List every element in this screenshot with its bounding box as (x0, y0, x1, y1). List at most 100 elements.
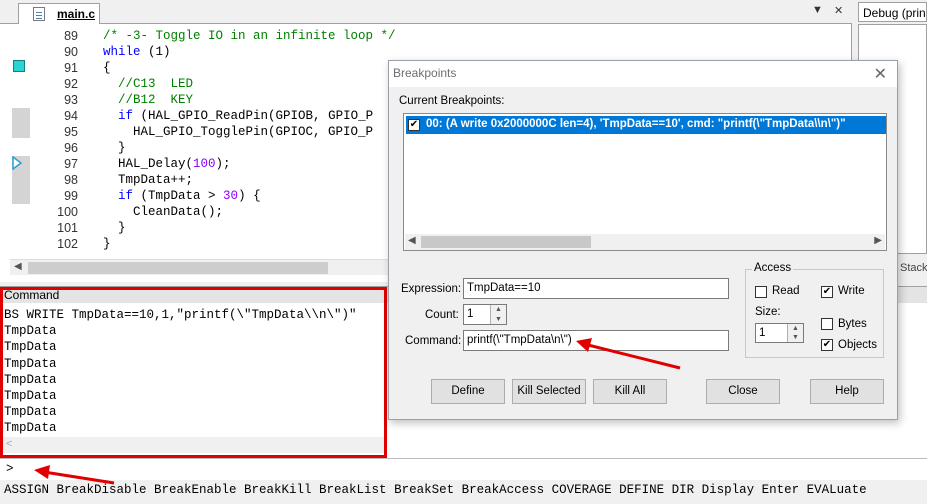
help-button[interactable]: Help (810, 379, 884, 404)
close-icon[interactable]: ✕ (874, 64, 887, 84)
objects-checkbox[interactable]: ✔ (821, 339, 833, 351)
command-hscrollbar[interactable]: < (0, 437, 386, 453)
dialog-title: Breakpoints (393, 66, 457, 80)
access-group-title: Access (752, 262, 794, 274)
code-token: CleanData(); (88, 205, 224, 219)
code-token: 100 (193, 157, 216, 171)
output-line: TmpData (4, 356, 57, 371)
output-line: TmpData (4, 372, 57, 387)
code-line[interactable]: while (1) (88, 44, 848, 60)
output-line: TmpData (4, 324, 57, 339)
bytes-label: Bytes (838, 318, 867, 330)
define-button[interactable]: Define (431, 379, 505, 404)
coverage-mark (12, 108, 30, 122)
count-input[interactable]: 1 ▲ ▼ (463, 304, 507, 325)
command-help-text: ASSIGN BreakDisable BreakEnable BreakKil… (4, 483, 867, 497)
breakpoint-gutter[interactable] (10, 26, 30, 258)
scroll-left-icon[interactable]: ◀ (408, 235, 416, 246)
write-checkbox[interactable]: ✔ (821, 286, 833, 298)
bookmark-icon[interactable] (13, 60, 25, 72)
scroll-thumb[interactable] (421, 236, 591, 248)
count-spinner[interactable]: ▲ ▼ (490, 305, 506, 324)
line-number: 100 (57, 205, 78, 219)
count-value: 1 (467, 308, 474, 320)
scroll-thumb[interactable] (28, 262, 328, 274)
expression-input[interactable]: TmpData==10 (463, 278, 729, 299)
code-token: /* -3- Toggle IO in an infinite loop */ (103, 29, 396, 43)
line-number: 96 (64, 141, 78, 155)
code-token: if (118, 189, 134, 203)
breakpoint-text: 00: (A write 0x2000000C len=4), 'TmpData… (426, 118, 846, 130)
command-input-field[interactable]: printf(\"TmpData\n\") (463, 330, 729, 351)
close-editor-icon[interactable]: ✕ (834, 4, 843, 17)
expression-label: Expression: (401, 283, 462, 295)
size-spinner[interactable]: ▲ ▼ (787, 324, 803, 342)
read-label: Read (772, 285, 800, 297)
line-number: 92 (64, 77, 78, 91)
close-button[interactable]: Close (706, 379, 780, 404)
line-number: 99 (64, 189, 78, 203)
output-line: TmpData (4, 388, 57, 403)
breakpoint-list-hscrollbar[interactable]: ◀ ▶ (405, 234, 885, 250)
breakpoints-dialog: Breakpoints ✕ Current Breakpoints: ✔ 00:… (388, 60, 898, 420)
line-number: 101 (57, 221, 78, 235)
code-token: if (118, 109, 134, 123)
breakpoint-list-item[interactable]: ✔ 00: (A write 0x2000000C len=4), 'TmpDa… (406, 116, 886, 134)
line-number: 91 (64, 61, 78, 75)
code-token: } (88, 141, 126, 155)
scroll-right-icon[interactable]: ▶ (874, 235, 882, 246)
code-token: (HAL_GPIO_ReadPin(GPIOB, GPIO_P (133, 109, 374, 123)
code-token: //C13 LED (118, 77, 194, 91)
kill-all-button[interactable]: Kill All (593, 379, 667, 404)
output-line: TmpData (4, 340, 57, 355)
scroll-left-icon[interactable]: < (6, 438, 12, 450)
code-token: (1) (140, 45, 171, 59)
command-prompt: > (6, 462, 14, 476)
window-menu-icon[interactable]: ▼ (812, 4, 823, 16)
line-number: 98 (64, 173, 78, 187)
line-number: 95 (64, 125, 78, 139)
current-breakpoints-label: Current Breakpoints: (399, 95, 505, 107)
debug-panel-title[interactable]: Debug (printf) (858, 2, 927, 22)
stack-tab[interactable]: Stack (900, 262, 927, 274)
size-value: 1 (759, 327, 766, 339)
dialog-titlebar[interactable]: Breakpoints ✕ (389, 61, 897, 87)
code-line[interactable]: /* -3- Toggle IO in an infinite loop */ (88, 28, 848, 44)
command-input[interactable]: > (0, 458, 927, 480)
coverage-mark (12, 122, 30, 138)
kill-selected-button[interactable]: Kill Selected (512, 379, 586, 404)
size-input[interactable]: 1 ▲ ▼ (755, 323, 804, 343)
code-token: ); (215, 157, 231, 171)
bytes-checkbox[interactable] (821, 318, 833, 330)
scroll-left-icon[interactable]: ◀ (14, 261, 22, 272)
line-number: 102 (57, 237, 78, 251)
objects-label: Objects (838, 339, 877, 351)
read-checkbox[interactable] (755, 286, 767, 298)
code-token: HAL_Delay( (88, 157, 194, 171)
code-token: while (103, 45, 141, 59)
access-group: Access Read ✔ Write Size: 1 ▲ ▼ Bytes ✔ O… (745, 262, 884, 358)
count-label: Count: (425, 309, 459, 321)
write-label: Write (838, 285, 865, 297)
editor-tab-bar: main.c ▼ ✕ (0, 0, 852, 24)
file-icon (33, 7, 45, 21)
line-numbers: 89 90 91 92 93 94 95 96 97 98 99 100 101 102 (30, 28, 78, 252)
command-output: BS WRITE TmpData==10,1,"printf(\"TmpData… (4, 307, 384, 437)
output-line: TmpData (4, 421, 57, 436)
breakpoint-list[interactable]: ✔ 00: (A write 0x2000000C len=4), 'TmpDa… (403, 113, 887, 251)
output-line: BS WRITE TmpData==10,1,"printf(\"TmpData… (4, 308, 357, 322)
code-token: } (88, 237, 111, 251)
code-token: 30 (223, 189, 239, 203)
code-token: } (88, 221, 126, 235)
breakpoint-enabled-checkbox[interactable]: ✔ (408, 119, 420, 131)
command-label: Command: (405, 335, 462, 347)
tab-main-c[interactable]: main.c (18, 3, 100, 24)
tab-label: main.c (57, 7, 96, 21)
command-help-line: ASSIGN BreakDisable BreakEnable BreakKil… (0, 480, 927, 504)
